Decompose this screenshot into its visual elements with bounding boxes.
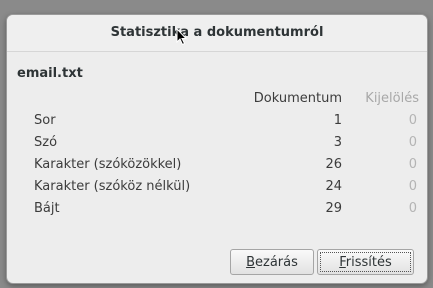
file-name: email.txt bbox=[17, 66, 83, 81]
table-row-chars-with-spaces: Karakter (szóközökkel) 26 0 bbox=[7, 155, 427, 177]
row-label: Bájt bbox=[34, 201, 60, 216]
table-row-lines: Sor 1 0 bbox=[7, 111, 427, 133]
column-header-document: Dokumentum bbox=[253, 91, 342, 106]
row-document-value: 24 bbox=[325, 179, 342, 194]
row-selection-value: 0 bbox=[408, 201, 417, 216]
refresh-button[interactable]: Frissítés bbox=[317, 249, 414, 275]
statistics-dialog: Statisztika a dokumentumról email.txt Do… bbox=[6, 14, 428, 284]
dialog-title[interactable]: Statisztika a dokumentumról bbox=[7, 15, 427, 52]
table-row-bytes: Bájt 29 0 bbox=[7, 199, 427, 221]
row-document-value: 3 bbox=[333, 135, 342, 150]
row-label: Sor bbox=[34, 113, 56, 128]
row-selection-value: 0 bbox=[408, 113, 417, 128]
close-button[interactable]: Bezárás bbox=[230, 249, 314, 275]
table-row-chars-without-spaces: Karakter (szóköz nélkül) 24 0 bbox=[7, 177, 427, 199]
row-label: Szó bbox=[34, 135, 58, 150]
row-label: Karakter (szóköz nélkül) bbox=[34, 179, 191, 194]
mouse-pointer-icon bbox=[176, 28, 188, 46]
row-label: Karakter (szóközökkel) bbox=[34, 157, 182, 172]
row-selection-value: 0 bbox=[408, 135, 417, 150]
close-button-mnemonic: B bbox=[246, 254, 256, 270]
row-selection-value: 0 bbox=[408, 179, 417, 194]
row-document-value: 1 bbox=[333, 113, 342, 128]
row-selection-value: 0 bbox=[408, 157, 417, 172]
close-button-label: ezárás bbox=[255, 254, 298, 270]
row-document-value: 26 bbox=[325, 157, 342, 172]
statistics-table: Dokumentum Kijelölés Sor 1 0 Szó 3 0 Kar… bbox=[7, 89, 427, 221]
row-document-value: 29 bbox=[325, 201, 342, 216]
table-header: Dokumentum Kijelölés bbox=[7, 89, 427, 111]
refresh-button-label: rissítés bbox=[345, 254, 392, 270]
column-header-selection: Kijelölés bbox=[365, 91, 419, 106]
table-row-words: Szó 3 0 bbox=[7, 133, 427, 155]
